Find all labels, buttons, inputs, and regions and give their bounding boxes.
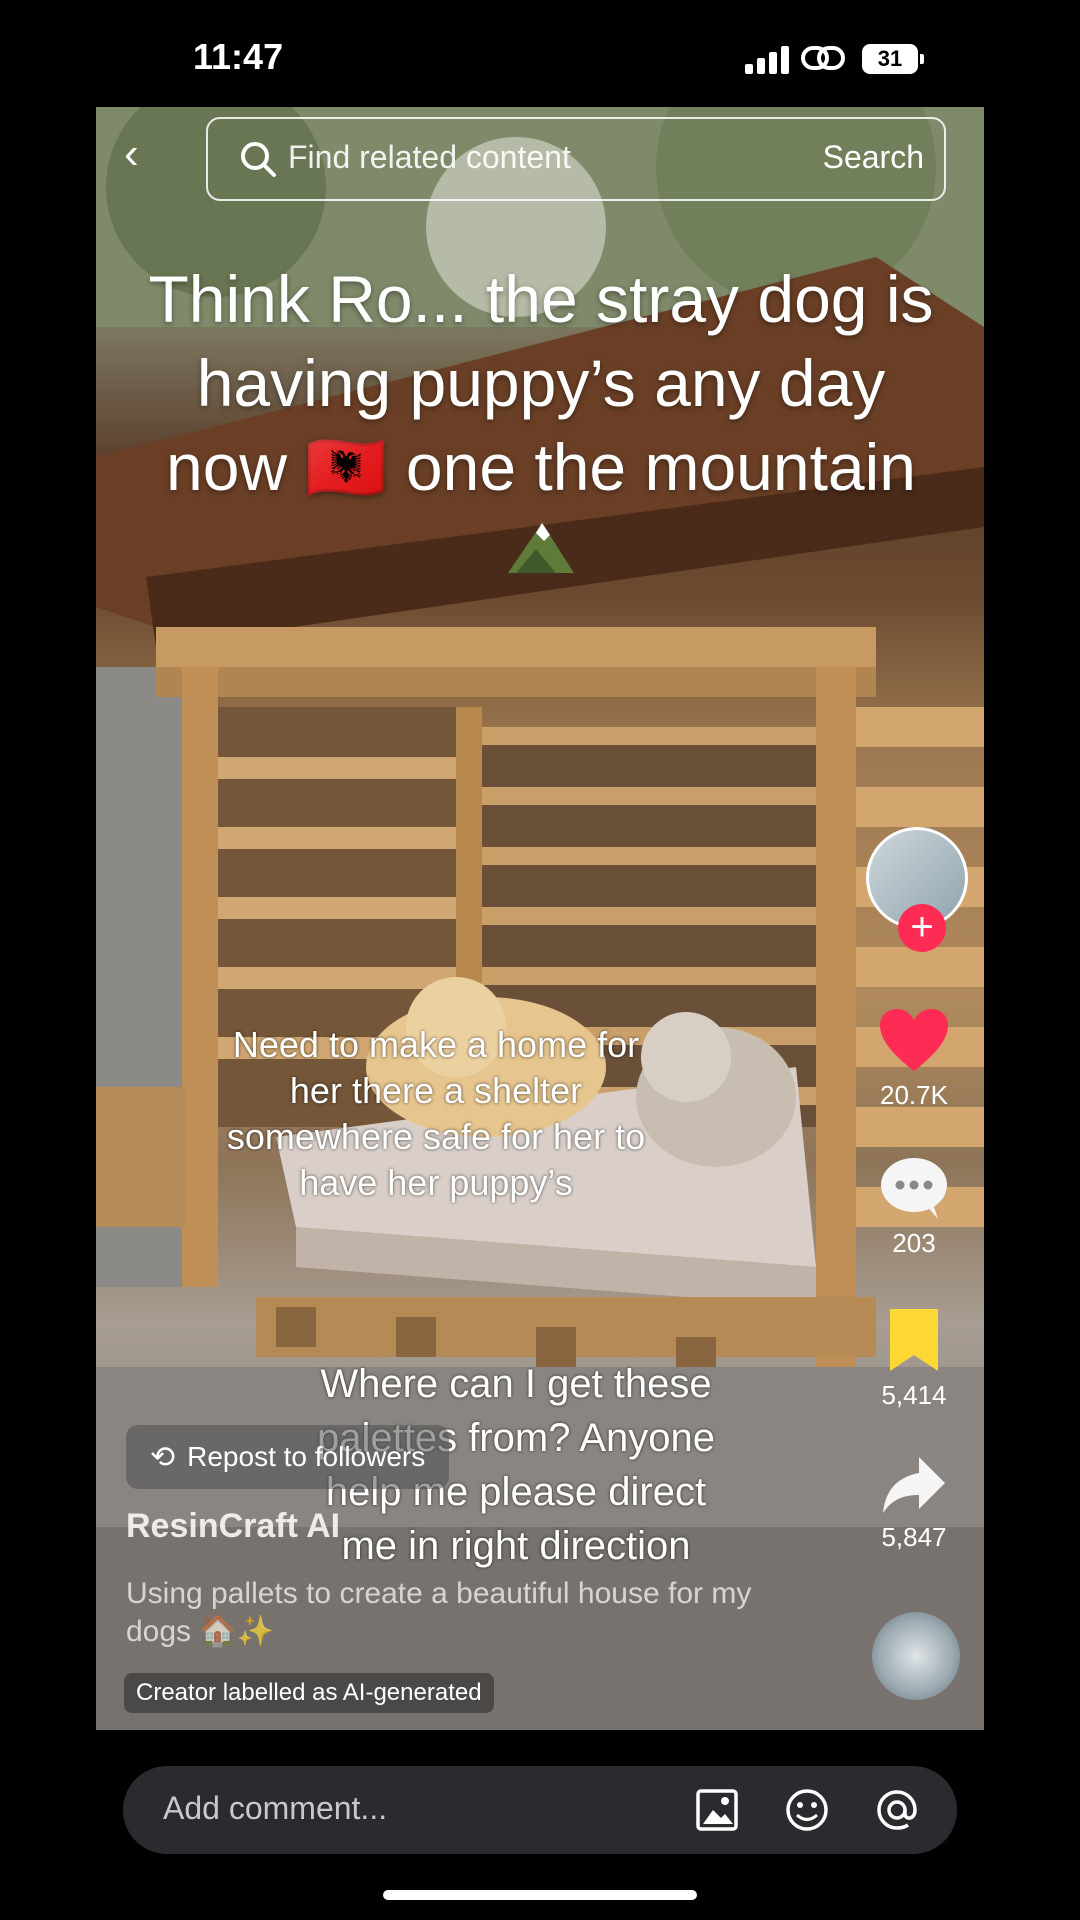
image-icon[interactable] [695, 1788, 739, 1832]
author-name[interactable]: ResinCraft AI [126, 1507, 340, 1546]
link-icon [801, 46, 845, 70]
status-time: 11:47 [193, 36, 284, 77]
comment-icon [881, 1158, 947, 1219]
share-icon [883, 1457, 945, 1513]
search-bar[interactable]: Find related content Search [206, 117, 946, 201]
title-line-2: having puppy’s any day [196, 346, 886, 420]
repost-icon: ⟲ [150, 1440, 176, 1474]
search-input[interactable]: Find related content [288, 139, 571, 176]
action-rail: + 20.7K 203 5,414 5,847 [856, 107, 984, 1730]
title-line-1: Think Ro... the stray dog is [148, 262, 934, 336]
ai-generated-label[interactable]: Creator labelled as AI-generated [124, 1673, 494, 1713]
battery-indicator: 31 [862, 44, 924, 74]
like-count: 20.7K [880, 1080, 948, 1110]
post-caption[interactable]: Using pallets to create a beautiful hous… [126, 1575, 766, 1651]
search-icon [241, 142, 276, 177]
share-count: 5,847 [881, 1522, 947, 1552]
save-count: 5,414 [881, 1380, 947, 1410]
repost-button[interactable]: ⟲ Repost to followers [126, 1425, 450, 1489]
emoji-icon[interactable] [785, 1788, 829, 1832]
comment-input-bar[interactable]: Add comment... [123, 1766, 957, 1854]
signal-icon [745, 46, 791, 74]
back-icon[interactable]: ‹ [124, 129, 139, 179]
heart-icon [880, 1009, 948, 1071]
home-indicator[interactable] [383, 1890, 697, 1900]
video-title-overlay: Think Ro... the stray dog is having pupp… [116, 257, 966, 575]
title-line-3: now 🇦🇱 one the mountain [166, 430, 916, 504]
save-button[interactable]: 5,414 [856, 1307, 972, 1411]
share-button[interactable]: 5,847 [856, 1455, 972, 1553]
at-icon[interactable] [875, 1788, 919, 1832]
comment-overlay-text: Need to make a home for her there a shel… [226, 1024, 646, 1203]
status-bar: 11:47 31 [0, 0, 1080, 110]
music-disc[interactable] [872, 1612, 960, 1700]
repost-label: Repost to followers [187, 1441, 426, 1472]
bookmark-icon [890, 1309, 938, 1371]
comment-button[interactable]: 203 [856, 1155, 972, 1259]
mountain-icon [508, 523, 574, 573]
comment-input[interactable]: Add comment... [163, 1790, 387, 1827]
follow-button[interactable]: + [898, 904, 946, 952]
video-player[interactable]: ‹ Find related content Search Think Ro..… [96, 107, 984, 1730]
comment-count: 203 [892, 1228, 936, 1258]
like-button[interactable]: 20.7K [856, 1007, 972, 1111]
